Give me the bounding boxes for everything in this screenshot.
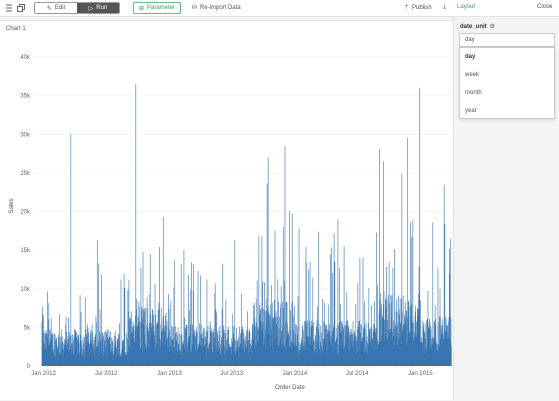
- upload-icon: ⇡: [404, 5, 410, 11]
- copy-icon[interactable]: [17, 4, 25, 12]
- layout-link[interactable]: Layout: [457, 4, 475, 10]
- sales-bar: [337, 219, 339, 366]
- parameter-sidebar: date_unit ⚙ day day week month year: [453, 17, 559, 400]
- parameter-name: date_unit ⚙: [460, 23, 495, 31]
- parameter-button[interactable]: ⊞ Parameter: [133, 2, 181, 14]
- sales-bar: [289, 210, 290, 366]
- x-tick-label: Jul 2014: [346, 371, 369, 377]
- sales-bar: [449, 248, 450, 366]
- sales-bar: [234, 240, 236, 366]
- edit-button[interactable]: ✎ Edit: [35, 3, 77, 13]
- toolbar: ✎ Edit ▷ Run ⊞ Parameter ⛁ Re-import Dat…: [0, 0, 559, 17]
- option-month[interactable]: month: [460, 84, 554, 102]
- play-icon: ▷: [88, 5, 94, 12]
- run-button[interactable]: ▷ Run: [77, 3, 119, 13]
- parameter-label: Parameter: [147, 5, 176, 11]
- sales-bar: [70, 134, 72, 366]
- settings-icon[interactable]: ⚙: [490, 23, 495, 30]
- sales-bar: [451, 345, 452, 366]
- x-axis-label: Order Date: [275, 385, 305, 391]
- sales-chart: 0 5k 10k 15k 20k 25k 30k 35k 40k Jan 2012 Jul 201…: [9, 55, 452, 391]
- mode-toggle: ✎ Edit ▷ Run: [34, 2, 120, 14]
- date-unit-select[interactable]: day: [459, 33, 555, 47]
- publish-label: Publish: [412, 4, 432, 11]
- option-year[interactable]: year: [460, 102, 554, 120]
- x-tick-label: Jul 2013: [220, 371, 243, 377]
- download-icon[interactable]: ⤓: [443, 3, 446, 11]
- x-tick-label: Jan 2014: [283, 371, 308, 377]
- x-tick-label: Jan 2012: [31, 371, 56, 377]
- chart-panel: Chart 1 0 5k 10k 15k 20k 25k 30k 35k 40k Jan 201…: [0, 20, 453, 400]
- option-day[interactable]: day: [460, 48, 554, 66]
- date-unit-dropdown: day week month year: [459, 47, 555, 119]
- menu-icon[interactable]: [5, 4, 13, 12]
- parameter-name-text: date_unit: [460, 23, 487, 30]
- parameter-icon: ⊞: [138, 5, 144, 12]
- sales-bar: [101, 274, 102, 366]
- close-button[interactable]: Close: [537, 4, 552, 10]
- y-tick-label: 5k: [24, 325, 31, 331]
- sales-bar: [180, 263, 182, 366]
- sales-bar: [191, 262, 192, 366]
- edit-label: Edit: [54, 5, 66, 11]
- reimport-button[interactable]: ⛁ Re-import Data: [192, 4, 241, 12]
- y-axis-label: Sales: [9, 198, 15, 213]
- y-tick-label: 35k: [20, 94, 31, 100]
- sales-bar: [298, 228, 300, 366]
- x-tick-label: Jan 2013: [157, 371, 182, 377]
- x-tick-label: Jan 2015: [408, 371, 433, 377]
- pencil-icon: ✎: [46, 5, 52, 12]
- sales-bar: [284, 145, 286, 366]
- y-tick-label: 20k: [20, 210, 31, 216]
- y-tick-label: 30k: [20, 132, 31, 138]
- option-week[interactable]: week: [460, 66, 554, 84]
- sales-bar: [124, 287, 126, 366]
- y-tick-label: 10k: [20, 287, 31, 293]
- y-tick-label: 25k: [20, 171, 31, 177]
- x-tick-label: Jul 2012: [95, 371, 118, 377]
- y-tick-label: 15k: [20, 248, 31, 254]
- y-tick-label: 0: [27, 364, 31, 370]
- publish-button[interactable]: ⇡ Publish: [404, 4, 432, 12]
- y-tick-label: 40k: [20, 55, 31, 61]
- run-label: Run: [96, 5, 108, 11]
- reimport-label: Re-import Data: [200, 4, 241, 11]
- database-icon: ⛁: [192, 5, 198, 11]
